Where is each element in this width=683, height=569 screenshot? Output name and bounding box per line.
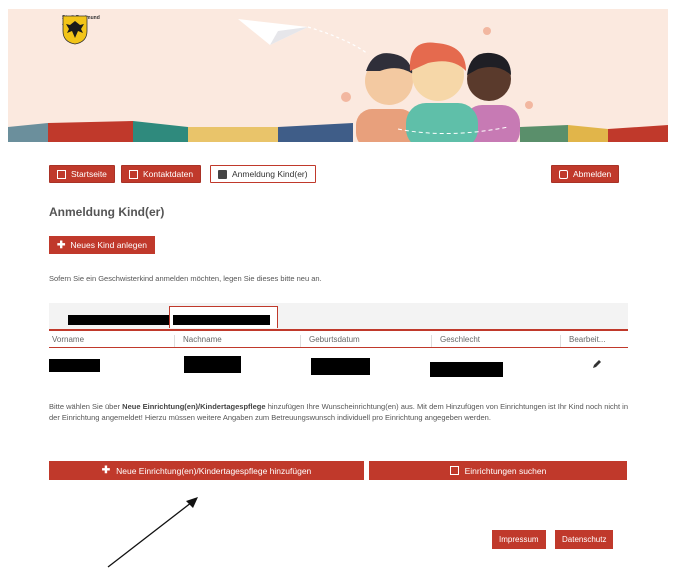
annotation-arrow [107, 497, 198, 568]
